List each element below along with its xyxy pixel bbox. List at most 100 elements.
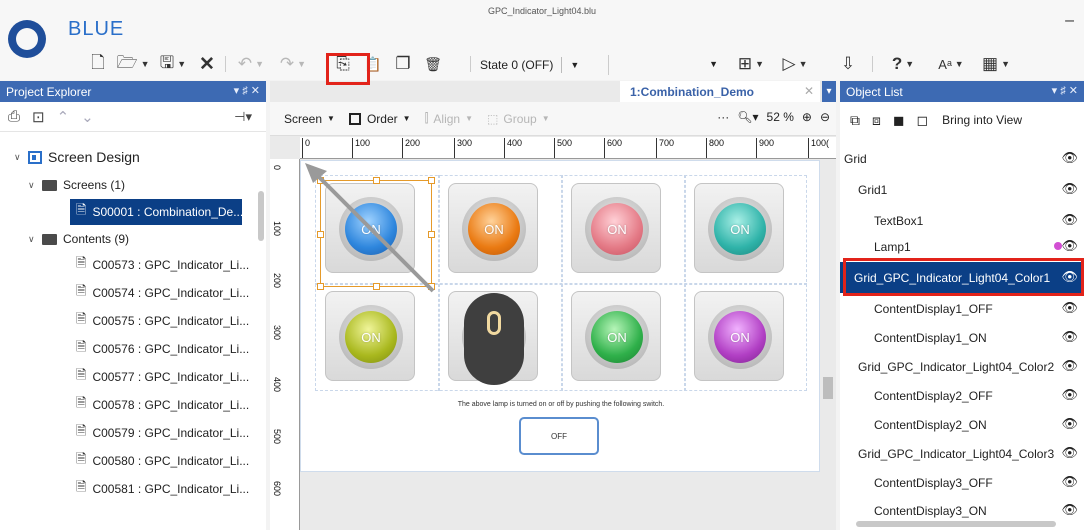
tree-item-content[interactable]: 🗎 C00574 : GPC_Indicator_Li... (76, 280, 249, 306)
indicator-lamp[interactable]: ON (591, 203, 643, 255)
tree-item-content[interactable]: 🗎 C00581 : GPC_Indicator_Li... (76, 476, 249, 502)
eye-icon[interactable]: 👁 (1061, 212, 1078, 228)
indicator-lamp[interactable]: ON (714, 311, 766, 363)
object-row-content-display[interactable]: ContentDisplay2_OFF 👁 (840, 380, 1084, 411)
pin-menu-icon[interactable]: ⊣▾ (234, 109, 252, 125)
group-label: Group (503, 111, 537, 126)
close-file-icon[interactable]: ✕ (196, 52, 218, 76)
order-dropdown[interactable]: Order ▼ (348, 112, 411, 126)
chevron-down-icon[interactable]: ∨ (14, 152, 28, 163)
tree-item-contents[interactable]: ∨ Contents (9) (28, 226, 129, 252)
bring-forward-icon[interactable]: ⧉ (850, 112, 860, 129)
eye-icon[interactable]: 👁 (1061, 474, 1078, 490)
panel-pin-icon[interactable]: ▾ ♯ ✕ (1052, 84, 1078, 97)
indicator-lamp[interactable]: ON (591, 311, 643, 363)
more-icon[interactable]: ··· (717, 110, 729, 124)
object-row-color2-grid[interactable]: Grid_GPC_Indicator_Light04_Color2 👁 (840, 351, 1084, 382)
save-button[interactable]: 🖫 ▼ (154, 52, 192, 76)
grid-button[interactable]: ▦ ▼ (976, 52, 1016, 76)
off-switch-button[interactable]: OFF (519, 417, 599, 455)
align-dropdown[interactable]: ⫿ Align ▼ (425, 111, 473, 126)
eye-icon[interactable]: 👁 (1061, 300, 1078, 316)
tree-item-content[interactable]: 🗎 C00580 : GPC_Indicator_Li... (76, 448, 249, 474)
secondary-dropdown[interactable]: ▼ (608, 55, 720, 75)
delete-icon[interactable]: 🗑 (422, 52, 444, 76)
tree-item-screen-design[interactable]: ∨ Screen Design (14, 144, 140, 170)
duplicate-icon[interactable]: ❐ (392, 52, 414, 76)
tree-item-content[interactable]: 🗎 C00579 : GPC_Indicator_Li... (76, 420, 249, 446)
bring-to-front-icon[interactable]: ◼ (893, 112, 905, 129)
tab-label: 1:Combination_Demo (630, 84, 755, 99)
run-button[interactable]: ▷ ▼ (776, 52, 814, 76)
send-backward-icon[interactable]: ⧈ (872, 112, 881, 129)
object-row-content-display[interactable]: ContentDisplay2_ON 👁 (840, 409, 1084, 440)
chevron-down-icon[interactable]: ∨ (28, 180, 42, 191)
editor-scrollbar[interactable] (823, 377, 833, 399)
tree-item-content[interactable]: 🗎 C00578 : GPC_Indicator_Li... (76, 392, 249, 418)
lamp-cell[interactable]: ON (571, 291, 661, 381)
move-up-icon[interactable]: ⌃ (57, 108, 70, 126)
object-row-content-display[interactable]: ContentDisplay1_ON 👁 (840, 322, 1084, 353)
add-folder-icon[interactable]: ⊡ (32, 108, 45, 126)
tree-item-content[interactable]: 🗎 C00576 : GPC_Indicator_Li... (76, 336, 249, 362)
redo-button[interactable]: ↷ ▼ (275, 52, 311, 76)
object-row-grid[interactable]: Grid 👁 (840, 143, 1084, 174)
add-screen-icon[interactable]: ⎙ (8, 108, 20, 125)
eye-icon[interactable]: 👁 (1061, 238, 1078, 254)
indicator-lamp[interactable]: ON (714, 203, 766, 255)
state-dropdown[interactable]: State 0 (OFF) ▼ (480, 55, 605, 75)
zoom-tool-icon[interactable]: 🔍︎▾ (737, 110, 758, 124)
layout-button[interactable]: ⊞ ▼ (732, 52, 770, 76)
object-list-scrollbar[interactable] (856, 521, 1056, 527)
eye-icon[interactable]: 👁 (1061, 502, 1078, 518)
eye-icon[interactable]: 👁 (1061, 445, 1078, 461)
eye-icon[interactable]: 👁 (1061, 150, 1078, 166)
tree-item-content[interactable]: 🗎 C00573 : GPC_Indicator_Li... (76, 252, 249, 278)
group-dropdown[interactable]: ⬚ Group ▼ (487, 112, 550, 126)
lamp-cell[interactable]: ON (448, 183, 538, 273)
undo-button[interactable]: ↶ ▼ (233, 52, 269, 76)
eye-icon[interactable]: 👁 (1061, 329, 1078, 345)
tree-item-screen-s00001[interactable]: 🗎 S00001 : Combination_De... (70, 199, 243, 225)
zoom-in-icon[interactable]: ⊕ (802, 110, 812, 124)
new-file-icon[interactable]: 🗋 (88, 52, 108, 76)
send-to-back-icon[interactable]: ◻ (917, 112, 929, 129)
eye-icon[interactable]: 👁 (1061, 387, 1078, 403)
zoom-level[interactable]: 52 % (767, 110, 794, 124)
object-row-grid1[interactable]: Grid1 👁 (840, 174, 1084, 205)
help-button[interactable]: ? ▼ (884, 52, 922, 76)
lamp-cell[interactable]: ON (571, 183, 661, 273)
indicator-lamp[interactable]: ON (468, 203, 520, 255)
tree-item-screens[interactable]: ∨ Screens (1) (28, 172, 125, 198)
screen-dropdown[interactable]: Screen ▼ (284, 112, 335, 126)
bring-into-view-button[interactable]: Bring into View (942, 113, 1022, 127)
object-row-color3-grid[interactable]: Grid_GPC_Indicator_Light04_Color3 👁 (840, 438, 1084, 469)
tree-item-content[interactable]: 🗎 C00575 : GPC_Indicator_Li... (76, 308, 249, 334)
eye-icon[interactable]: 👁 (1061, 416, 1078, 432)
tab-list-icon[interactable]: ▾ (822, 81, 836, 102)
eye-icon[interactable]: 👁 (1061, 358, 1078, 374)
close-icon[interactable]: ✕ (804, 84, 814, 98)
object-row-content-display[interactable]: ContentDisplay1_OFF 👁 (840, 293, 1084, 324)
lamp-cell[interactable]: ON (325, 291, 415, 381)
tree-item-content[interactable]: 🗎 C00577 : GPC_Indicator_Li... (76, 364, 249, 390)
indicator-lamp[interactable]: ON (345, 311, 397, 363)
design-canvas[interactable]: ON ON ON ON ON ON ON The above lamp is t… (300, 160, 820, 472)
lamp-cell[interactable]: ON (694, 183, 784, 273)
tab-combination-demo[interactable]: 1:Combination_Demo ✕ (620, 81, 820, 102)
grid-outline (561, 175, 563, 391)
panel-pin-icon[interactable]: ▾ ♯ ✕ (234, 84, 260, 97)
transfer-icon[interactable]: ⇩ (836, 52, 860, 76)
lamp-ring: ON (708, 197, 772, 261)
horizontal-ruler: 0 100 200 300 400 500 600 700 800 900 10… (300, 137, 836, 159)
minimize-button[interactable]: – (1065, 12, 1074, 30)
eye-icon[interactable]: 👁 (1061, 181, 1078, 197)
open-file-button[interactable]: 🗁 ▼ (114, 52, 152, 76)
object-row-content-display[interactable]: ContentDisplay3_OFF 👁 (840, 467, 1084, 498)
font-button[interactable]: Aᵃ ▼ (932, 52, 970, 76)
explorer-scrollbar[interactable] (258, 191, 264, 241)
move-down-icon[interactable]: ⌄ (81, 108, 94, 126)
zoom-out-icon[interactable]: ⊖ (820, 110, 830, 124)
lamp-cell[interactable]: ON (694, 291, 784, 381)
chevron-down-icon[interactable]: ∨ (28, 234, 42, 245)
